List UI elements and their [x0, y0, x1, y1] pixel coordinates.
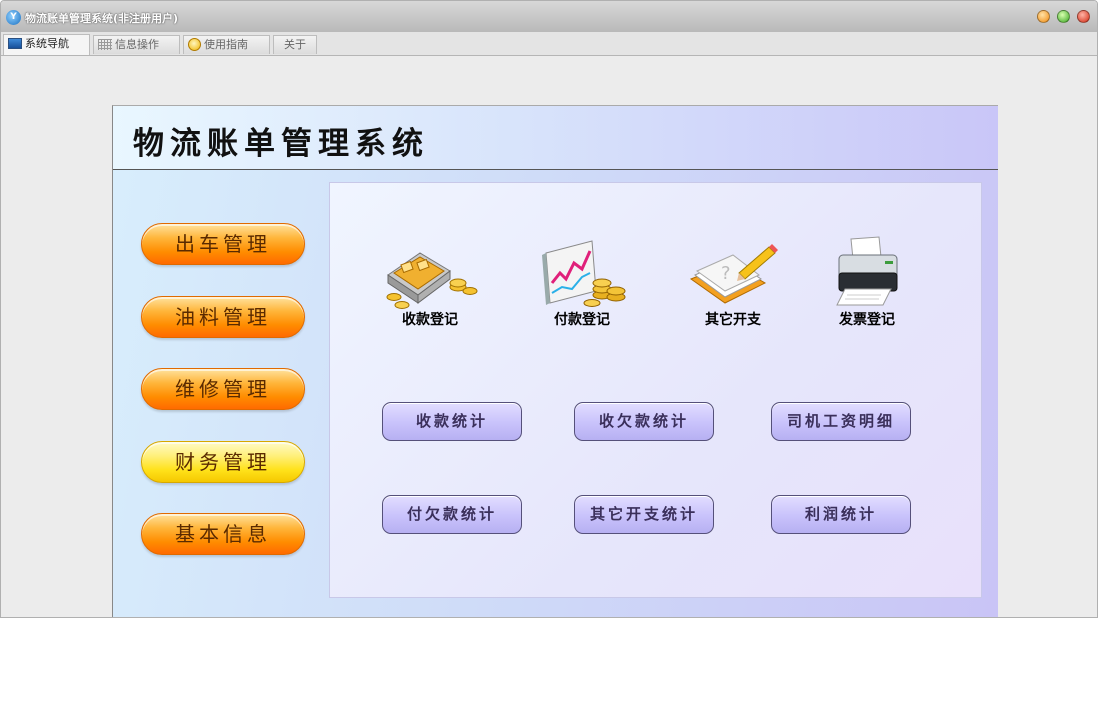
- sidebar-item-dispatch[interactable]: 出车管理: [141, 223, 305, 265]
- main-panel: 物流账单管理系统 出车管理 油料管理 维修管理 财务管理 基本信息 收款登记 付…: [112, 105, 998, 617]
- icon-label: 收款登记: [402, 312, 458, 328]
- sidebar-item-basic-info[interactable]: 基本信息: [141, 513, 305, 555]
- tab-bar: 系统导航 信息操作 使用指南 关于: [1, 32, 1097, 56]
- invoice-register-item[interactable]: 发票登记: [812, 233, 922, 329]
- receipt-stats-button[interactable]: 收款统计: [382, 402, 522, 441]
- notebook-pencil-icon: ?: [689, 244, 778, 304]
- grid-icon: [98, 39, 112, 50]
- icon-label: 付款登记: [554, 312, 610, 328]
- receivable-stats-button[interactable]: 收欠款统计: [574, 402, 714, 441]
- content-panel: 收款登记 付款登记 ? 其它开支 发票登记 收款统计 收欠款统计 司机工资明细 …: [329, 182, 982, 598]
- stock-chart-coins-icon: [542, 240, 626, 307]
- maximize-button[interactable]: [1057, 10, 1070, 23]
- tab-label: 系统导航: [25, 37, 69, 50]
- tab-label: 使用指南: [204, 38, 248, 51]
- other-expense-item[interactable]: ? 其它开支: [678, 233, 788, 329]
- lightbulb-icon: [188, 38, 201, 51]
- window-title: 物流账单管理系统(非注册用户): [25, 12, 179, 25]
- other-expense-stats-button[interactable]: 其它开支统计: [574, 495, 714, 534]
- page-title: 物流账单管理系统: [133, 126, 429, 162]
- app-window: Y 物流账单管理系统(非注册用户) 系统导航 信息操作 使用指南 关于 物流账单…: [0, 0, 1098, 618]
- tab-user-guide[interactable]: 使用指南: [183, 35, 270, 54]
- minimize-button[interactable]: [1037, 10, 1050, 23]
- app-logo-icon: Y: [6, 10, 21, 25]
- sidebar-item-repair[interactable]: 维修管理: [141, 368, 305, 410]
- payment-register-item[interactable]: 付款登记: [527, 233, 637, 329]
- payable-stats-button[interactable]: 付欠款统计: [382, 495, 522, 534]
- close-button[interactable]: [1077, 10, 1090, 23]
- profit-stats-button[interactable]: 利润统计: [771, 495, 911, 534]
- title-bar: Y 物流账单管理系统(非注册用户): [1, 1, 1097, 33]
- sidebar-item-finance[interactable]: 财务管理: [141, 441, 305, 483]
- receipt-register-item[interactable]: 收款登记: [375, 233, 485, 329]
- icon-label: 其它开支: [705, 312, 761, 328]
- tab-about[interactable]: 关于: [273, 35, 317, 54]
- printer-icon: [836, 236, 898, 306]
- svg-text:?: ?: [721, 263, 731, 284]
- monitor-icon: [8, 38, 22, 49]
- header: 物流账单管理系统: [113, 106, 998, 170]
- tab-info-operation[interactable]: 信息操作: [93, 35, 180, 54]
- sidebar-item-fuel[interactable]: 油料管理: [141, 296, 305, 338]
- tab-label: 关于: [284, 38, 306, 51]
- cash-register-coins-icon: [386, 252, 478, 309]
- tab-system-nav[interactable]: 系统导航: [3, 34, 90, 55]
- tab-label: 信息操作: [115, 38, 159, 51]
- driver-salary-button[interactable]: 司机工资明细: [771, 402, 911, 441]
- icon-label: 发票登记: [839, 312, 895, 328]
